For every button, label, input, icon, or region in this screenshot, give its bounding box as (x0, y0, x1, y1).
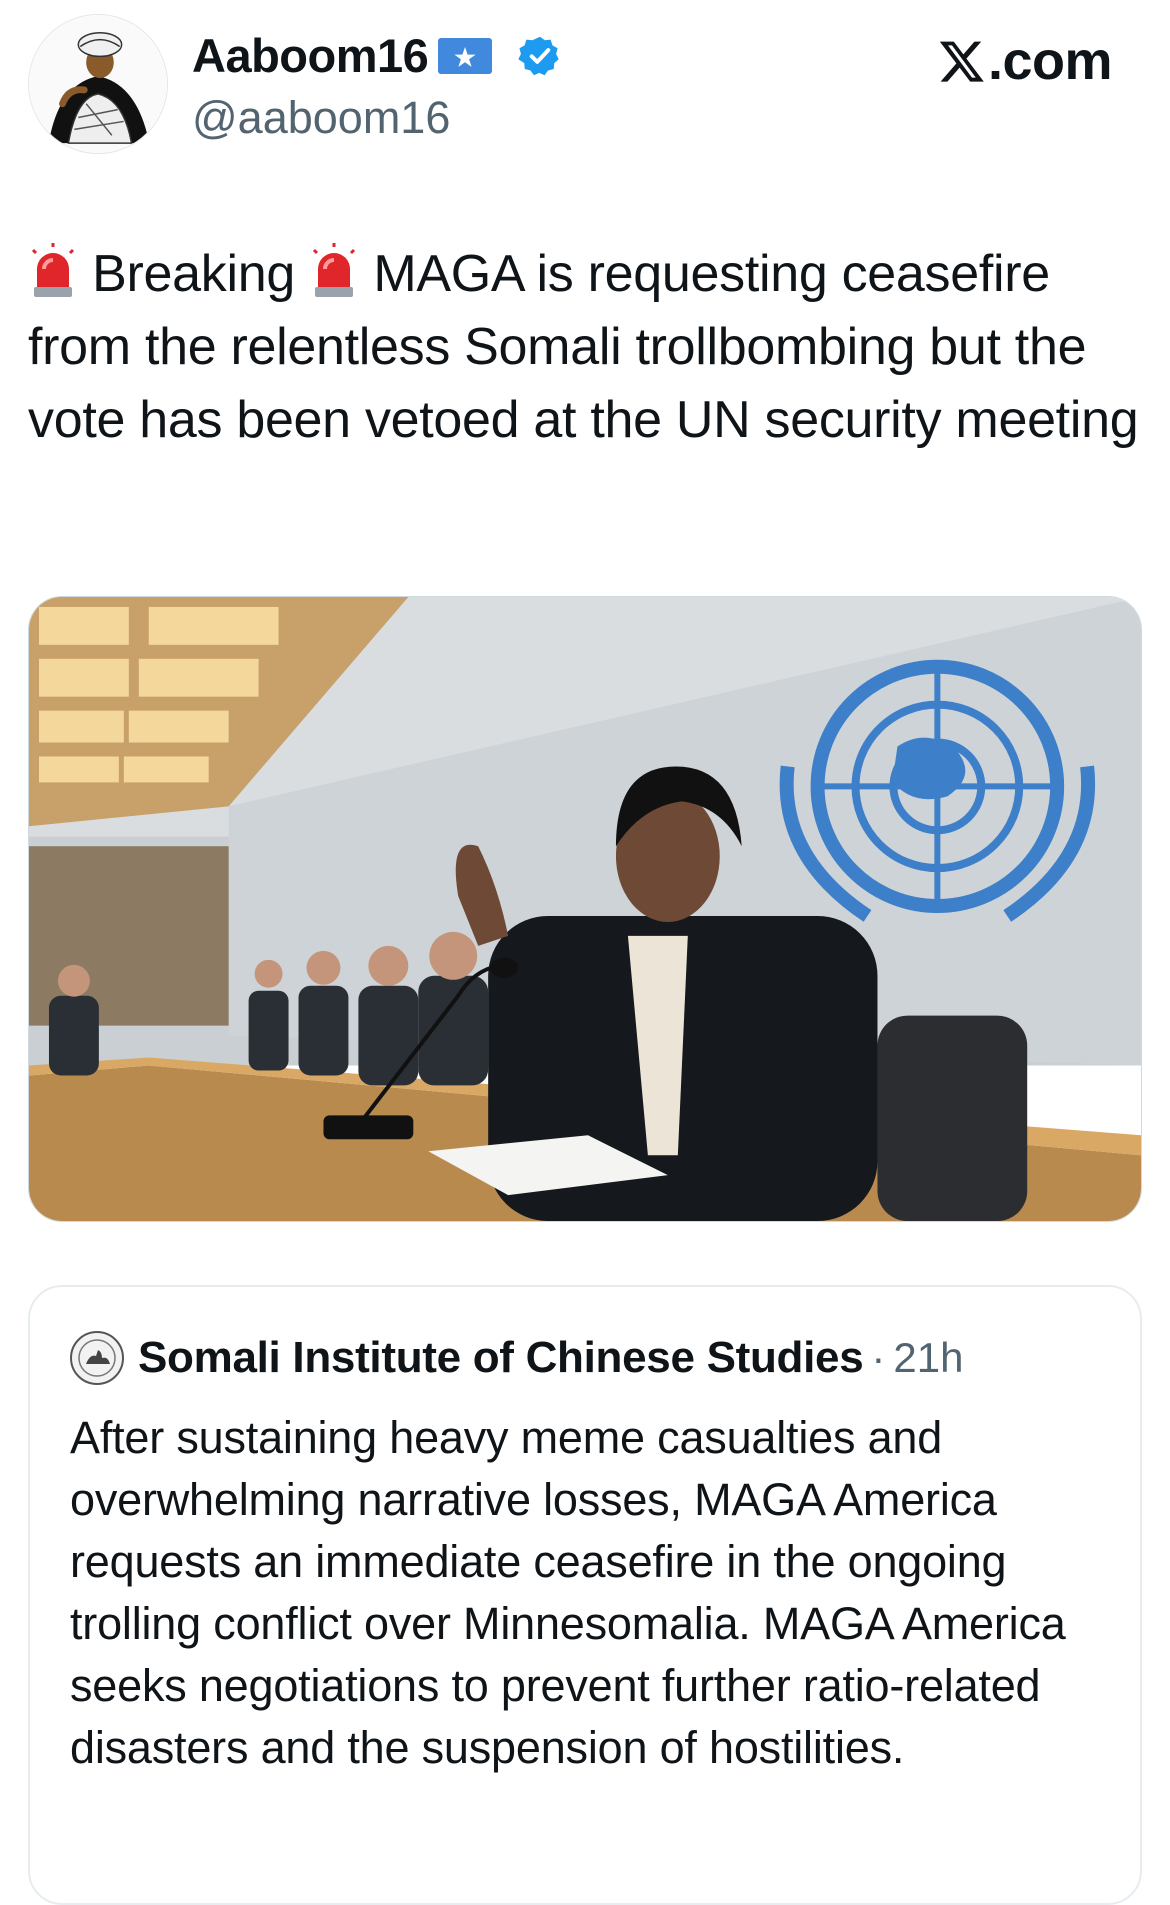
quoted-tweet-header: Somali Institute of Chinese Studies · 21… (70, 1331, 963, 1385)
somalia-flag-icon (438, 37, 493, 74)
quoted-tweet-card[interactable]: Somali Institute of Chinese Studies · 21… (28, 1285, 1142, 1905)
police-siren-icon (313, 243, 356, 297)
tweet-photo[interactable] (28, 596, 1142, 1222)
author-display-name[interactable]: Aaboom16 (192, 28, 429, 83)
verified-badge-icon (518, 36, 559, 75)
author-avatar[interactable] (28, 14, 168, 154)
police-siren-icon (31, 243, 75, 297)
quoted-timestamp[interactable]: 21h (893, 1334, 963, 1382)
x-com-label: .com (987, 31, 1113, 91)
author-name-row[interactable]: Aaboom16 (192, 28, 562, 83)
x-logo-icon (939, 41, 984, 82)
quoted-separator: · (871, 1334, 886, 1381)
quoted-tweet-text: After sustaining heavy meme casualties a… (70, 1412, 1066, 1773)
tweet-text: Breaking MAGA is requesting ceasefire fr… (28, 238, 1148, 457)
quoted-author-name[interactable]: Somali Institute of Chinese Studies (138, 1333, 864, 1383)
author-handle[interactable]: @aaboom16 (192, 92, 450, 144)
tweet-breaking-word: Breaking (92, 245, 295, 303)
quoted-author-avatar[interactable] (70, 1331, 124, 1385)
x-com-watermark: .com (938, 30, 1113, 92)
